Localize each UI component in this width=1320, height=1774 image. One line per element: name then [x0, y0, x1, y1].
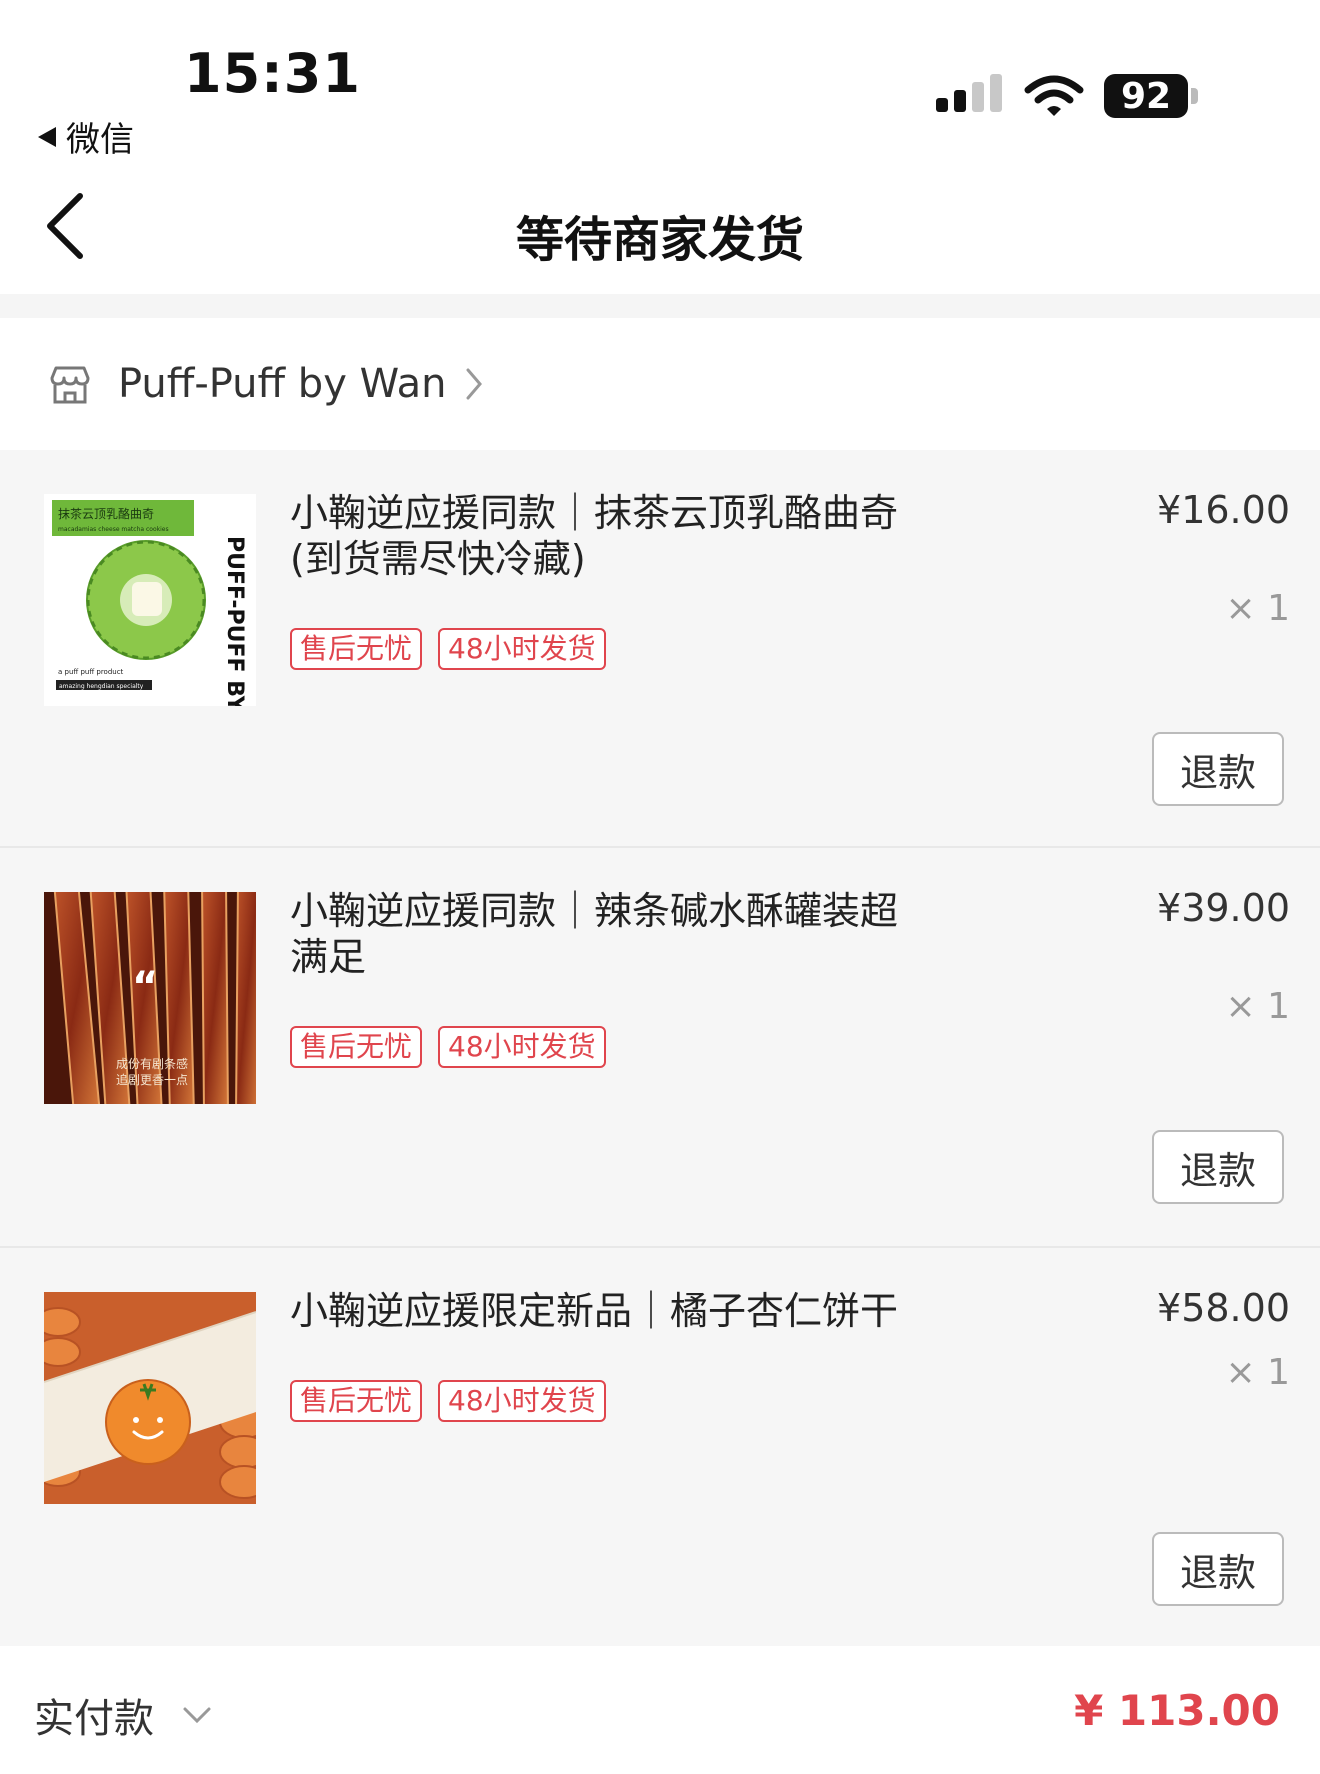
thumb-banner-text: 抹茶云顶乳酪曲奇: [58, 506, 154, 521]
product-title: 小鞠逆应援同款｜辣条碱水酥罐装超满足: [290, 889, 899, 979]
product-tags: 售后无忧 48小时发货: [290, 1026, 606, 1068]
thumb-overlay-1: 成份有剧条感: [116, 1056, 188, 1071]
thumb-foot-2: amazing hengdian specialty: [59, 683, 144, 690]
shop-name: Puff-Puff by Wan: [118, 361, 447, 407]
product-image-matcha-cookie: 抹茶云顶乳酪曲奇 macadamias cheese matcha cookie…: [44, 494, 256, 706]
thumb-banner-sub: macadamias cheese matcha cookies: [58, 526, 169, 533]
product-image-orange-cookie: [44, 1292, 256, 1504]
thumb-overlay-2: 追剧更香一点: [116, 1072, 188, 1087]
battery-level: 92: [1104, 74, 1188, 118]
paid-amount-toggle[interactable]: 实付款: [34, 1686, 212, 1744]
battery-indicator: 92: [1104, 74, 1198, 118]
tag-48h-shipping: 48小时发货: [438, 1026, 606, 1068]
chevron-down-icon: [183, 1707, 211, 1724]
product-title: 小鞠逆应援限定新品｜橘子杏仁饼干: [290, 1289, 899, 1333]
back-app-label: 微信: [66, 120, 134, 160]
order-item[interactable]: “ 成份有剧条感 追剧更香一点 小鞠逆应援同款｜辣条碱水酥罐装超满足 ¥39.0…: [0, 848, 1320, 1246]
page-title: 等待商家发货: [515, 212, 804, 268]
store-icon: [50, 366, 90, 404]
svg-text:“: “: [230, 494, 256, 523]
back-to-app-link[interactable]: 微信: [38, 112, 134, 161]
paid-amount-total: ¥ 113.00: [1074, 1686, 1280, 1735]
refund-button[interactable]: 退款: [1152, 1532, 1284, 1606]
product-price: ¥58.00: [1157, 1286, 1290, 1330]
cellular-signal-icon: [936, 74, 1002, 112]
shop-header[interactable]: Puff-Puff by Wan: [0, 318, 1320, 450]
thumb-brand-text: PUFF-PUFF BY WAN: [222, 536, 247, 706]
product-quantity: × 1: [1225, 588, 1290, 629]
product-quantity: × 1: [1225, 1352, 1290, 1393]
tag-48h-shipping: 48小时发货: [438, 1380, 606, 1422]
svg-text:“: “: [132, 964, 158, 1010]
paid-amount-label: 实付款: [34, 1696, 154, 1742]
product-quantity: × 1: [1225, 986, 1290, 1027]
product-price: ¥39.00: [1157, 886, 1290, 930]
order-item[interactable]: 小鞠逆应援限定新品｜橘子杏仁饼干 ¥58.00 × 1 售后无忧 48小时发货 …: [0, 1248, 1320, 1646]
refund-button[interactable]: 退款: [1152, 732, 1284, 806]
product-tags: 售后无忧 48小时发货: [290, 628, 606, 670]
tag-after-sale: 售后无忧: [290, 1380, 423, 1422]
battery-cap: [1191, 88, 1198, 104]
product-title: 小鞠逆应援同款｜抹茶云顶乳酪曲奇(到货需尽快冷藏): [290, 491, 899, 581]
product-tags: 售后无忧 48小时发货: [290, 1380, 606, 1422]
nav-bar: 等待商家发货: [0, 160, 1320, 294]
order-item[interactable]: 抹茶云顶乳酪曲奇 macadamias cheese matcha cookie…: [0, 450, 1320, 848]
tag-after-sale: 售后无忧: [290, 628, 423, 670]
chevron-right-icon: [466, 368, 483, 400]
payment-summary: 实付款 ¥ 113.00: [0, 1646, 1320, 1774]
tag-after-sale: 售后无忧: [290, 1026, 423, 1068]
wifi-icon: [1024, 75, 1084, 116]
refund-button[interactable]: 退款: [1152, 1130, 1284, 1204]
product-image-spicy-pretzel: “ 成份有剧条感 追剧更香一点: [44, 892, 256, 1104]
thumb-foot-1: a puff puff product: [58, 668, 124, 676]
status-bar: 15:31 微信 92: [0, 0, 1320, 160]
product-price: ¥16.00: [1157, 488, 1290, 532]
back-triangle-icon: [38, 126, 56, 147]
clock: 15:31: [184, 42, 361, 105]
tag-48h-shipping: 48小时发货: [438, 628, 606, 670]
